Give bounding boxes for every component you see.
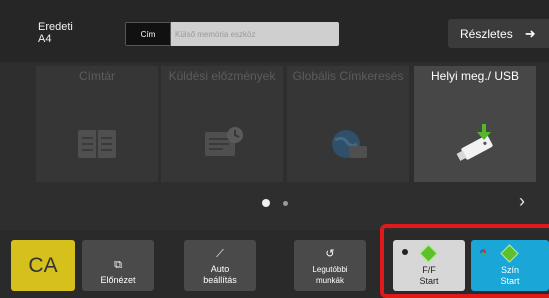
bw-dot-icon — [402, 249, 408, 255]
tile-global-search[interactable]: Globális Címkeresés — [287, 66, 409, 182]
auto-setting-label: Auto beállítás — [203, 264, 237, 285]
details-label: Részletes — [460, 26, 513, 41]
tile-send-history[interactable]: Küldési előzmények — [161, 66, 283, 182]
usb-icon — [456, 124, 493, 161]
original-size-setting[interactable]: Eredeti A4 — [38, 21, 73, 45]
tile-label: Globális Címkeresés — [292, 69, 404, 83]
original-label: Eredeti — [38, 21, 73, 33]
address-input[interactable]: Külső memória eszköz — [171, 22, 339, 46]
tile-label: Címtár — [79, 69, 115, 83]
preview-label: Előnézet — [100, 275, 136, 285]
page-indicator — [262, 199, 288, 207]
magic-wand-icon: ⟋ — [216, 248, 224, 260]
history-icon: ↺ — [325, 248, 335, 260]
bw-start-button[interactable]: F/F Start — [393, 240, 465, 291]
tile-label: Küldési előzmények — [168, 69, 276, 83]
auto-setting-button[interactable]: ⟋ Auto beállítás — [184, 240, 256, 291]
tile-address-book[interactable]: Címtár — [36, 66, 158, 182]
recent-jobs-button[interactable]: ↺ Legutóbbi munkák — [294, 240, 366, 291]
color-start-label: Szín Start — [500, 265, 520, 286]
original-size-value: A4 — [38, 33, 52, 45]
preview-button[interactable]: ⧉ Előnézet — [82, 240, 154, 291]
color-dot-icon — [480, 249, 486, 255]
address-field[interactable]: Cím Külső memória eszköz — [125, 22, 339, 46]
global-search-icon — [332, 130, 367, 158]
chevron-right-icon[interactable]: › — [519, 191, 525, 212]
arrow-right-icon: ➜ — [524, 25, 536, 41]
color-start-button[interactable]: Szín Start — [471, 240, 549, 291]
send-history-icon — [205, 127, 243, 156]
tile-local-usb[interactable]: Helyi meg./ USB — [414, 66, 536, 182]
address-tag[interactable]: Cím — [125, 22, 171, 46]
bw-start-label: F/F Start — [419, 265, 439, 286]
recent-jobs-label: Legutóbbi munkák — [312, 265, 348, 285]
start-diamond-icon — [500, 244, 519, 263]
tile-label: Helyi meg./ USB — [430, 69, 520, 83]
address-book-icon — [78, 130, 116, 158]
details-button[interactable]: Részletes ➜ — [448, 19, 549, 48]
page-dot — [283, 200, 288, 206]
clear-all-button[interactable]: CA — [11, 240, 75, 291]
preview-icon: ⧉ — [114, 259, 122, 271]
page-dot-active — [262, 199, 270, 207]
start-diamond-icon — [419, 244, 438, 263]
